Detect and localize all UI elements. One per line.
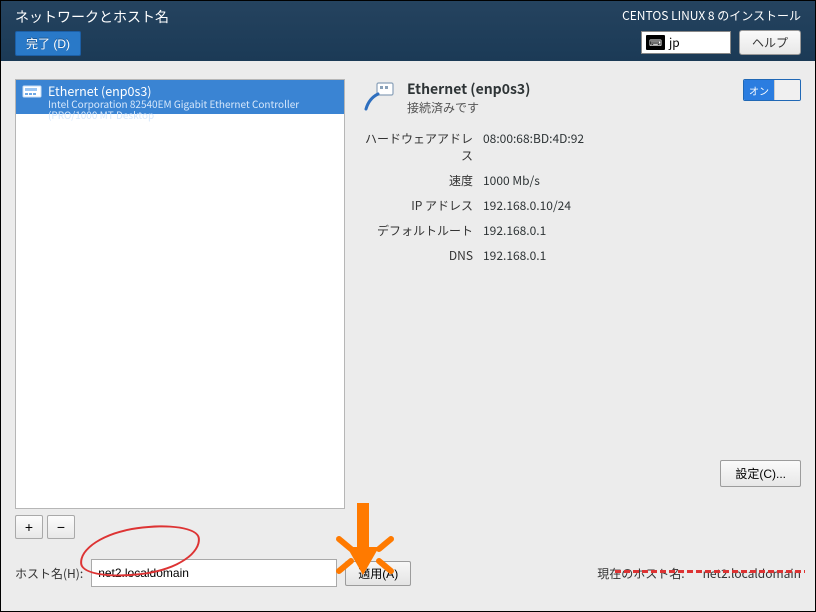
toggle-on-label: オン [744, 80, 774, 100]
detail-key: IP アドレス [363, 197, 483, 214]
interface-list[interactable]: Ethernet (enp0s3) Intel Corporation 8254… [15, 79, 345, 509]
detail-value: 192.168.0.1 [483, 247, 801, 264]
detail-key: DNS [363, 247, 483, 264]
detail-key: ハードウェアアドレス [363, 130, 483, 164]
apply-hostname-button[interactable]: 適用(A) [345, 561, 411, 586]
detail-table: ハードウェアアドレス 08:00:68:BD:4D:92 速度 1000 Mb/… [363, 130, 801, 264]
current-hostname-value: net2.localdomain [703, 565, 801, 582]
current-hostname-label: 現在のホスト名: [597, 565, 684, 582]
detail-value: 1000 Mb/s [483, 172, 801, 189]
keyboard-layout-indicator[interactable]: ⌨ jp [641, 31, 731, 54]
keyboard-layout-value: jp [669, 34, 680, 51]
configure-button[interactable]: 設定(C)... [720, 460, 801, 487]
detail-value: 08:00:68:BD:4D:92 [483, 130, 801, 164]
detail-value: 192.168.0.10/24 [483, 197, 801, 214]
install-title: CENTOS LINUX 8 のインストール [622, 7, 801, 24]
done-button[interactable]: 完了 (D) [15, 31, 81, 56]
detail-interface-title: Ethernet (enp0s3) [407, 79, 733, 99]
ethernet-icon [363, 81, 397, 115]
detail-key: 速度 [363, 172, 483, 189]
network-card-icon [22, 84, 42, 100]
interface-description: Intel Corporation 82540EM Gigabit Ethern… [48, 98, 338, 120]
help-button[interactable]: ヘルプ [739, 30, 801, 55]
hostname-input[interactable] [91, 559, 337, 587]
connection-toggle[interactable]: オン [743, 79, 801, 101]
page-title: ネットワークとホスト名 [15, 7, 169, 27]
interface-list-item[interactable]: Ethernet (enp0s3) Intel Corporation 8254… [16, 80, 344, 114]
detail-key: デフォルトルート [363, 222, 483, 239]
detail-interface-status: 接続済みです [407, 99, 733, 116]
hostname-label: ホスト名(H): [15, 565, 83, 582]
add-interface-button[interactable]: + [15, 515, 43, 539]
keyboard-icon: ⌨ [646, 35, 665, 50]
remove-interface-button[interactable]: − [47, 515, 75, 539]
toggle-knob [774, 80, 800, 100]
detail-value: 192.168.0.1 [483, 222, 801, 239]
